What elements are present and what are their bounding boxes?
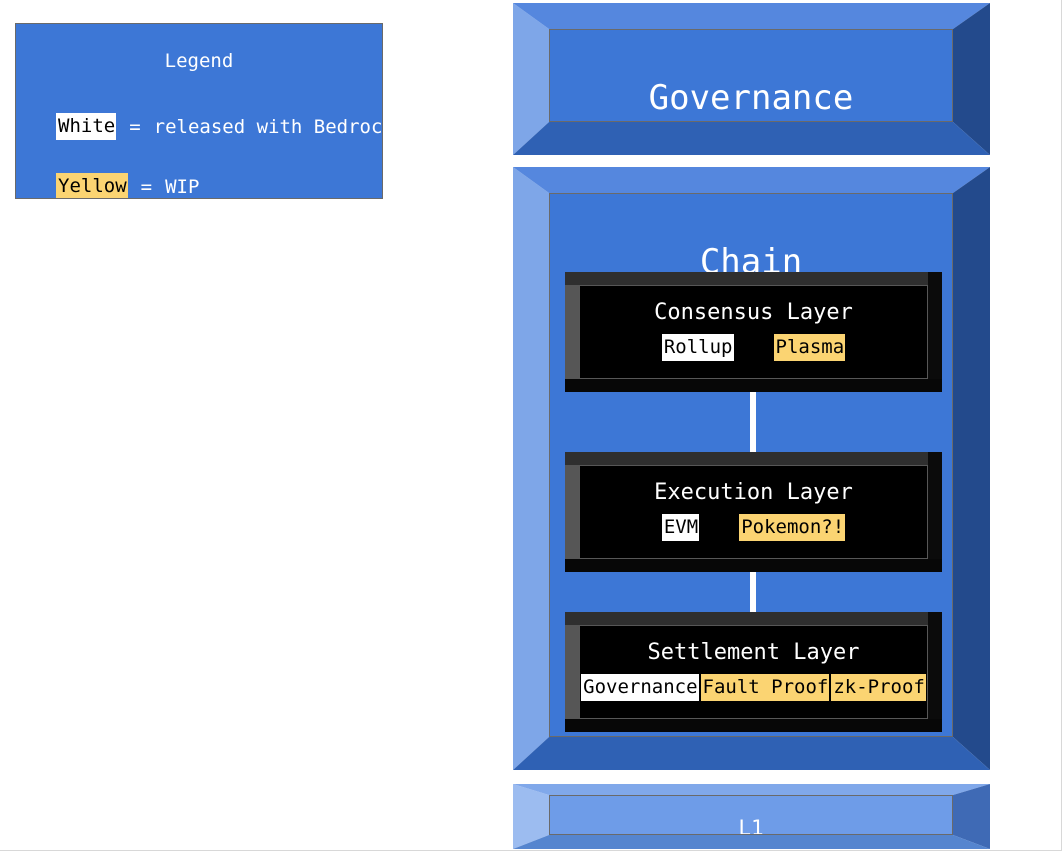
legend-description: released with Bedrock xyxy=(153,115,383,138)
l1-title: L1 xyxy=(738,816,764,835)
execution-layer-face: Execution Layer EVM Pokemon?! xyxy=(579,465,928,559)
execution-layer-block: Execution Layer EVM Pokemon?! xyxy=(565,452,942,572)
settlement-layer-face: Settlement Layer Governance Fault Proof … xyxy=(579,625,928,719)
tag-rollup: Rollup xyxy=(661,334,734,361)
settlement-layer-block: Settlement Layer Governance Fault Proof … xyxy=(565,612,942,732)
legend-separator: = xyxy=(140,175,153,198)
layer-bevel-top xyxy=(565,452,942,465)
bevel-top-face xyxy=(513,167,990,193)
legend-title: Legend xyxy=(164,50,234,72)
tag-governance: Governance xyxy=(581,674,699,701)
l1-front-face: L1 xyxy=(549,795,953,835)
settlement-layer-tags: Governance Fault Proof zk-Proof xyxy=(580,674,927,701)
l1-block: L1 xyxy=(513,784,990,849)
layer-bevel-left xyxy=(565,452,579,572)
governance-title: Governance xyxy=(648,78,854,118)
settlement-layer-title: Settlement Layer xyxy=(647,640,860,665)
execution-layer-title: Execution Layer xyxy=(654,480,853,505)
connector-execution-settlement xyxy=(750,572,756,612)
consensus-layer-face: Consensus Layer Rollup Plasma xyxy=(579,285,928,379)
layer-bevel-bottom xyxy=(565,379,942,392)
layer-bevel-bottom xyxy=(565,719,942,732)
connector-consensus-execution xyxy=(750,392,756,452)
bevel-top-face xyxy=(513,3,990,29)
legend-panel: Legend White = released with Bedrock Yel… xyxy=(6,15,391,208)
tag-zk-proof: zk-Proof xyxy=(831,674,926,701)
tag-plasma: Plasma xyxy=(773,334,846,361)
legend-row: Yellow = WIP xyxy=(56,173,200,198)
layer-bevel-bottom xyxy=(565,559,942,572)
legend-panel-face: Legend White = released with Bedrock Yel… xyxy=(15,23,383,199)
layer-bevel-left xyxy=(565,612,579,732)
bevel-right-face xyxy=(953,167,990,770)
layer-bevel-left xyxy=(565,272,579,392)
consensus-layer-block: Consensus Layer Rollup Plasma xyxy=(565,272,942,392)
consensus-layer-tags: Rollup Plasma xyxy=(580,334,927,361)
layer-bevel-right xyxy=(928,452,942,572)
consensus-layer-title: Consensus Layer xyxy=(654,300,853,325)
layer-bevel-top xyxy=(565,612,942,625)
layer-bevel-right xyxy=(928,612,942,732)
bevel-bottom-face xyxy=(513,122,990,155)
layer-bevel-right xyxy=(928,272,942,392)
bevel-bottom-face xyxy=(513,835,990,849)
diagram-canvas: Legend White = released with Bedrock Yel… xyxy=(0,0,1062,851)
legend-description: WIP xyxy=(165,175,200,198)
legend-swatch-yellow: Yellow xyxy=(56,173,128,198)
bevel-top-face xyxy=(513,784,990,795)
governance-front-face: Governance xyxy=(549,29,953,122)
bevel-left-face xyxy=(513,167,549,770)
tag-fault-proof: Fault Proof xyxy=(700,674,830,701)
bevel-bottom-face xyxy=(513,737,990,770)
governance-block: Governance xyxy=(513,3,990,155)
legend-swatch-white: White xyxy=(56,113,117,140)
tag-pokemon: Pokemon?! xyxy=(739,514,846,541)
layer-bevel-top xyxy=(565,272,942,285)
legend-separator: = xyxy=(129,115,141,138)
execution-layer-tags: EVM Pokemon?! xyxy=(580,514,927,541)
legend-row: White = released with Bedrock xyxy=(56,113,383,140)
tag-evm: EVM xyxy=(661,514,700,541)
